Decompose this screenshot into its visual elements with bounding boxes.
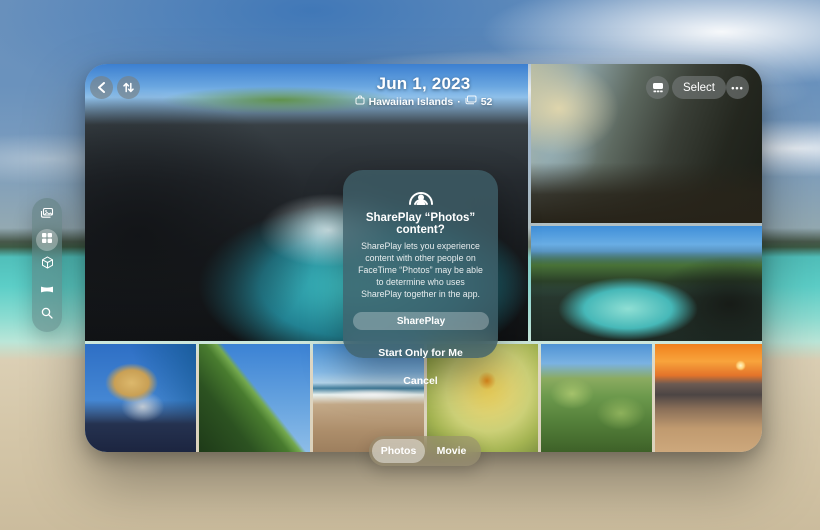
sort-arrows-icon xyxy=(123,82,134,93)
sort-button[interactable] xyxy=(117,76,140,99)
tab-photos[interactable]: Photos xyxy=(372,439,425,463)
shareplay-dialog: SharePlay “Photos” content? SharePlay le… xyxy=(343,170,498,358)
grid-icon xyxy=(41,231,53,249)
cube-icon xyxy=(41,256,54,274)
search-icon xyxy=(41,306,53,324)
dialog-body: SharePlay lets you experience content wi… xyxy=(353,241,488,300)
photo-sunset-beach[interactable] xyxy=(655,344,762,452)
panorama-icon xyxy=(40,281,54,299)
photos-movie-segmented-control: Photos Movie xyxy=(369,436,481,466)
chevron-left-icon xyxy=(97,82,106,93)
cancel-button[interactable]: Cancel xyxy=(403,375,437,387)
shareplay-icon xyxy=(404,184,438,206)
photo-black-sand-cove[interactable] xyxy=(531,226,762,341)
tab-movie[interactable]: Movie xyxy=(425,439,478,463)
photo-green-cliffs[interactable] xyxy=(199,344,310,452)
shareplay-button[interactable]: SharePlay xyxy=(353,312,489,330)
aspect-grid-icon xyxy=(652,82,664,93)
photo-woman-overlook[interactable] xyxy=(85,344,196,452)
sidebar-item-spatial[interactable] xyxy=(36,254,58,276)
dialog-title: SharePlay “Photos” content? xyxy=(353,212,488,236)
more-button[interactable]: ••• xyxy=(726,76,749,99)
start-only-for-me-button[interactable]: Start Only for Me xyxy=(378,347,463,359)
select-button[interactable]: Select xyxy=(672,76,726,99)
photo-cactus[interactable] xyxy=(541,344,652,452)
view-options-button[interactable] xyxy=(646,76,669,99)
sidebar-item-panoramas[interactable] xyxy=(36,279,58,301)
back-button[interactable] xyxy=(90,76,113,99)
photo-stack-icon xyxy=(40,206,54,224)
sidebar-item-library[interactable] xyxy=(36,204,58,226)
photos-sidebar xyxy=(32,198,62,332)
sidebar-item-search[interactable] xyxy=(36,304,58,326)
sidebar-item-albums[interactable] xyxy=(36,229,58,251)
ellipsis-icon: ••• xyxy=(731,83,743,93)
